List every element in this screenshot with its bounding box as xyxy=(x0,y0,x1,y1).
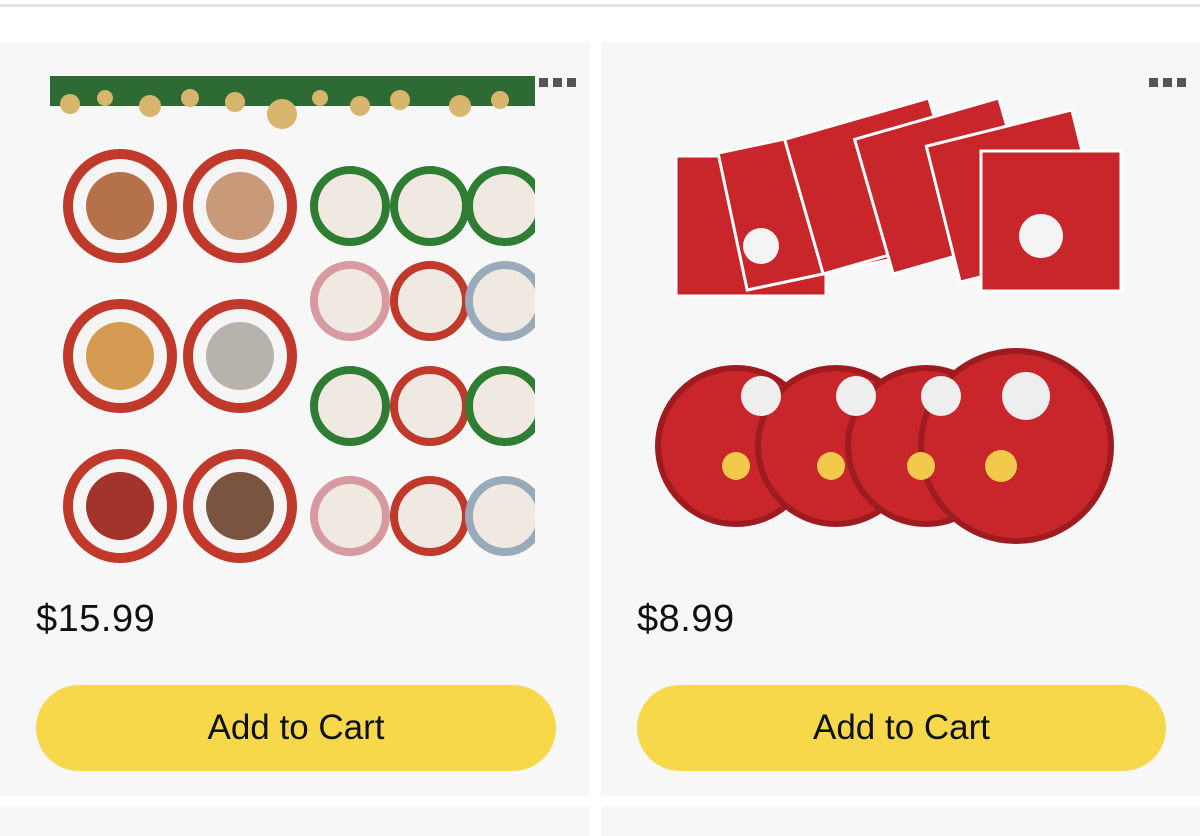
product-card-next-row[interactable] xyxy=(0,806,590,836)
christmas-napkins-plates-image xyxy=(655,96,1123,544)
top-divider xyxy=(0,4,1200,7)
add-to-cart-button[interactable]: Add to Cart xyxy=(36,685,556,771)
photo-ornament-set-image xyxy=(50,76,545,563)
product-image[interactable] xyxy=(651,76,1151,566)
product-card[interactable]: $8.99 Add to Cart xyxy=(601,42,1200,796)
more-options-icon[interactable] xyxy=(1149,78,1186,87)
product-card[interactable]: $15.99 Add to Cart xyxy=(0,42,590,796)
add-to-cart-button[interactable]: Add to Cart xyxy=(637,685,1166,771)
product-card-next-row[interactable] xyxy=(601,806,1200,836)
product-price: $15.99 xyxy=(36,598,156,640)
product-image[interactable] xyxy=(50,76,545,566)
more-options-icon[interactable] xyxy=(539,78,576,87)
product-price: $8.99 xyxy=(637,598,735,640)
